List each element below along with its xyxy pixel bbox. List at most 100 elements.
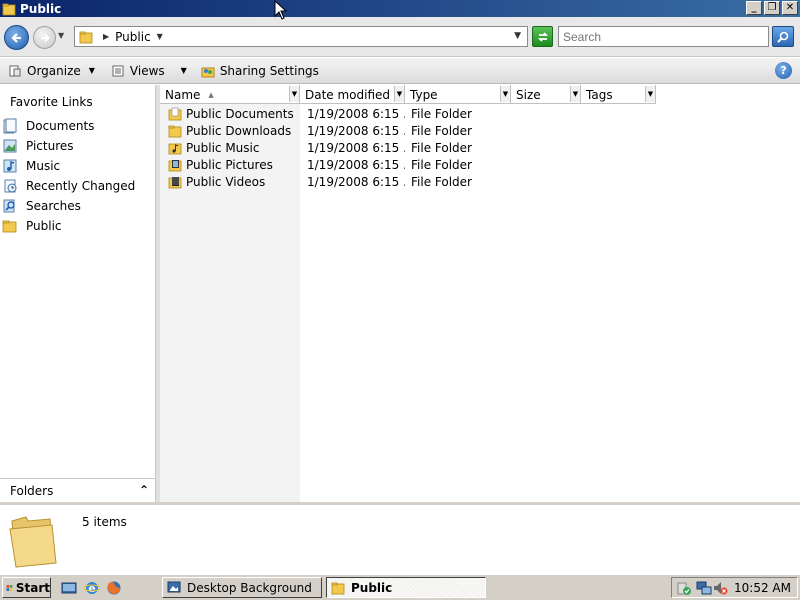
- cell-name: Public Documents: [160, 107, 300, 121]
- forward-button[interactable]: [33, 26, 56, 49]
- recent-pages-dropdown[interactable]: ▼: [58, 31, 64, 40]
- column-type-dropdown[interactable]: ▼: [500, 86, 510, 102]
- organize-label: Organize: [27, 63, 81, 78]
- window-controls: _ ❐ ✕: [746, 1, 798, 15]
- column-type-label: Type: [410, 87, 438, 102]
- table-row[interactable]: Public Pictures 1/19/2008 6:15 ... File …: [160, 156, 511, 173]
- search-icon: [777, 31, 789, 43]
- display-settings-icon: [167, 581, 181, 592]
- svg-text:e: e: [88, 582, 95, 595]
- network-icon[interactable]: [696, 580, 712, 596]
- column-tags-label: Tags: [586, 87, 613, 102]
- column-header-name[interactable]: Name ▲ ▼: [160, 85, 300, 104]
- fav-item-searches[interactable]: Searches: [2, 196, 135, 216]
- command-bar: Organize ▼ Views ▼ Sharing Settings ?: [0, 58, 800, 84]
- mouse-cursor-icon: [274, 0, 288, 20]
- taskbar-item-desktop-background[interactable]: Desktop Background: [162, 577, 322, 598]
- close-button[interactable]: ✕: [782, 1, 798, 15]
- sharing-icon: [201, 67, 215, 77]
- start-button[interactable]: Start: [2, 577, 51, 598]
- cell-date: 1/19/2008 6:15 ...: [307, 106, 405, 121]
- pictures-icon: [3, 139, 17, 153]
- column-headers: Name ▲ ▼ Date modified ▼ Type ▼ Size ▼ T…: [160, 85, 656, 104]
- views-button[interactable]: Views ▼: [107, 60, 191, 82]
- table-row[interactable]: Public Videos 1/19/2008 6:15 ... File Fo…: [160, 173, 511, 190]
- table-row[interactable]: Public Documents 1/19/2008 6:15 ... File…: [160, 105, 511, 122]
- chevron-up-icon: ⌃: [138, 483, 149, 497]
- table-row[interactable]: Public Downloads 1/19/2008 6:15 ... File…: [160, 122, 511, 139]
- cell-name: Public Videos: [160, 175, 300, 189]
- column-size-dropdown[interactable]: ▼: [570, 86, 580, 102]
- chevron-down-icon: ▼: [88, 66, 95, 75]
- fav-item-label: Documents: [26, 119, 95, 133]
- column-size-label: Size: [516, 87, 541, 102]
- internet-explorer-icon[interactable]: e: [84, 580, 100, 596]
- address-bar[interactable]: ▶ Public ▼ ▼: [74, 26, 528, 47]
- search-button[interactable]: [772, 26, 794, 47]
- cell-date: 1/19/2008 6:15 ...: [307, 157, 405, 172]
- cell-type: File Folder: [411, 106, 472, 121]
- cell-type: File Folder: [411, 174, 472, 189]
- security-center-icon[interactable]: [676, 580, 692, 596]
- show-desktop-icon[interactable]: [61, 580, 77, 596]
- column-tags-dropdown[interactable]: ▼: [645, 86, 655, 102]
- fav-item-music[interactable]: Music: [2, 156, 135, 176]
- refresh-icon: [537, 31, 548, 42]
- column-name-dropdown[interactable]: ▼: [289, 86, 299, 102]
- breadcrumb-separator[interactable]: ▶: [103, 32, 109, 41]
- sort-ascending-icon: ▲: [208, 90, 214, 99]
- refresh-button[interactable]: [532, 26, 553, 47]
- clock[interactable]: 10:52 AM: [734, 581, 791, 595]
- sharing-settings-button[interactable]: Sharing Settings: [197, 60, 323, 82]
- folders-toggle[interactable]: Folders ⌃: [0, 478, 155, 502]
- column-date-dropdown[interactable]: ▼: [394, 86, 404, 102]
- help-icon[interactable]: ?: [775, 62, 792, 79]
- column-header-tags[interactable]: Tags ▼: [581, 85, 656, 104]
- address-history-dropdown[interactable]: ▼: [514, 31, 521, 41]
- file-rows: Public Documents 1/19/2008 6:15 ... File…: [160, 105, 511, 190]
- cell-name: Public Music: [160, 141, 300, 155]
- volume-muted-icon[interactable]: [712, 580, 728, 596]
- fav-item-label: Music: [26, 159, 61, 173]
- start-label: Start: [15, 580, 50, 595]
- column-date-label: Date modified: [305, 87, 391, 102]
- windows-logo-icon: [6, 584, 13, 591]
- folders-label: Folders: [10, 483, 54, 498]
- column-header-date[interactable]: Date modified ▼: [300, 85, 405, 104]
- cell-type: File Folder: [411, 123, 472, 138]
- taskbar-item-public[interactable]: Public: [326, 577, 486, 598]
- fav-item-label: Public: [26, 219, 62, 233]
- organize-button[interactable]: Organize ▼: [4, 60, 99, 82]
- navigation-pane: Favorite Links Documents Pictures Music: [0, 85, 156, 502]
- back-button[interactable]: [4, 25, 29, 50]
- fav-item-label: Searches: [26, 199, 81, 213]
- breadcrumb-dropdown[interactable]: ▼: [157, 32, 163, 41]
- documents-icon: [3, 118, 17, 134]
- firefox-icon[interactable]: [106, 580, 122, 596]
- cell-type: File Folder: [411, 140, 472, 155]
- cell-date: 1/19/2008 6:15 ...: [307, 123, 405, 138]
- column-header-type[interactable]: Type ▼: [405, 85, 511, 104]
- item-count: 5 items: [82, 515, 127, 529]
- folder-downloads-icon: [168, 125, 182, 137]
- fav-item-recently-changed[interactable]: Recently Changed: [2, 176, 135, 196]
- title-bar[interactable]: Public _ ❐ ✕: [0, 0, 800, 17]
- breadcrumb-public[interactable]: Public: [115, 30, 151, 44]
- folder-documents-icon: [168, 107, 182, 120]
- organize-icon: [9, 65, 21, 76]
- column-header-size[interactable]: Size ▼: [511, 85, 581, 104]
- fav-item-pictures[interactable]: Pictures: [2, 136, 135, 156]
- maximize-button[interactable]: ❐: [764, 1, 780, 15]
- fav-item-documents[interactable]: Documents: [2, 116, 135, 136]
- folder-icon: [2, 220, 17, 233]
- cell-name: Public Pictures: [160, 158, 300, 172]
- search-input[interactable]: [558, 26, 769, 47]
- cell-date: 1/19/2008 6:15 ...: [307, 174, 405, 189]
- minimize-button[interactable]: _: [746, 1, 762, 15]
- details-pane: 5 items: [0, 502, 800, 574]
- recently-changed-icon: [4, 179, 17, 193]
- fav-item-public[interactable]: Public: [2, 216, 135, 236]
- table-row[interactable]: Public Music 1/19/2008 6:15 ... File Fol…: [160, 139, 511, 156]
- taskbar: Start e Desktop Background Public 10:52 …: [0, 574, 800, 600]
- folder-icon: [2, 3, 16, 15]
